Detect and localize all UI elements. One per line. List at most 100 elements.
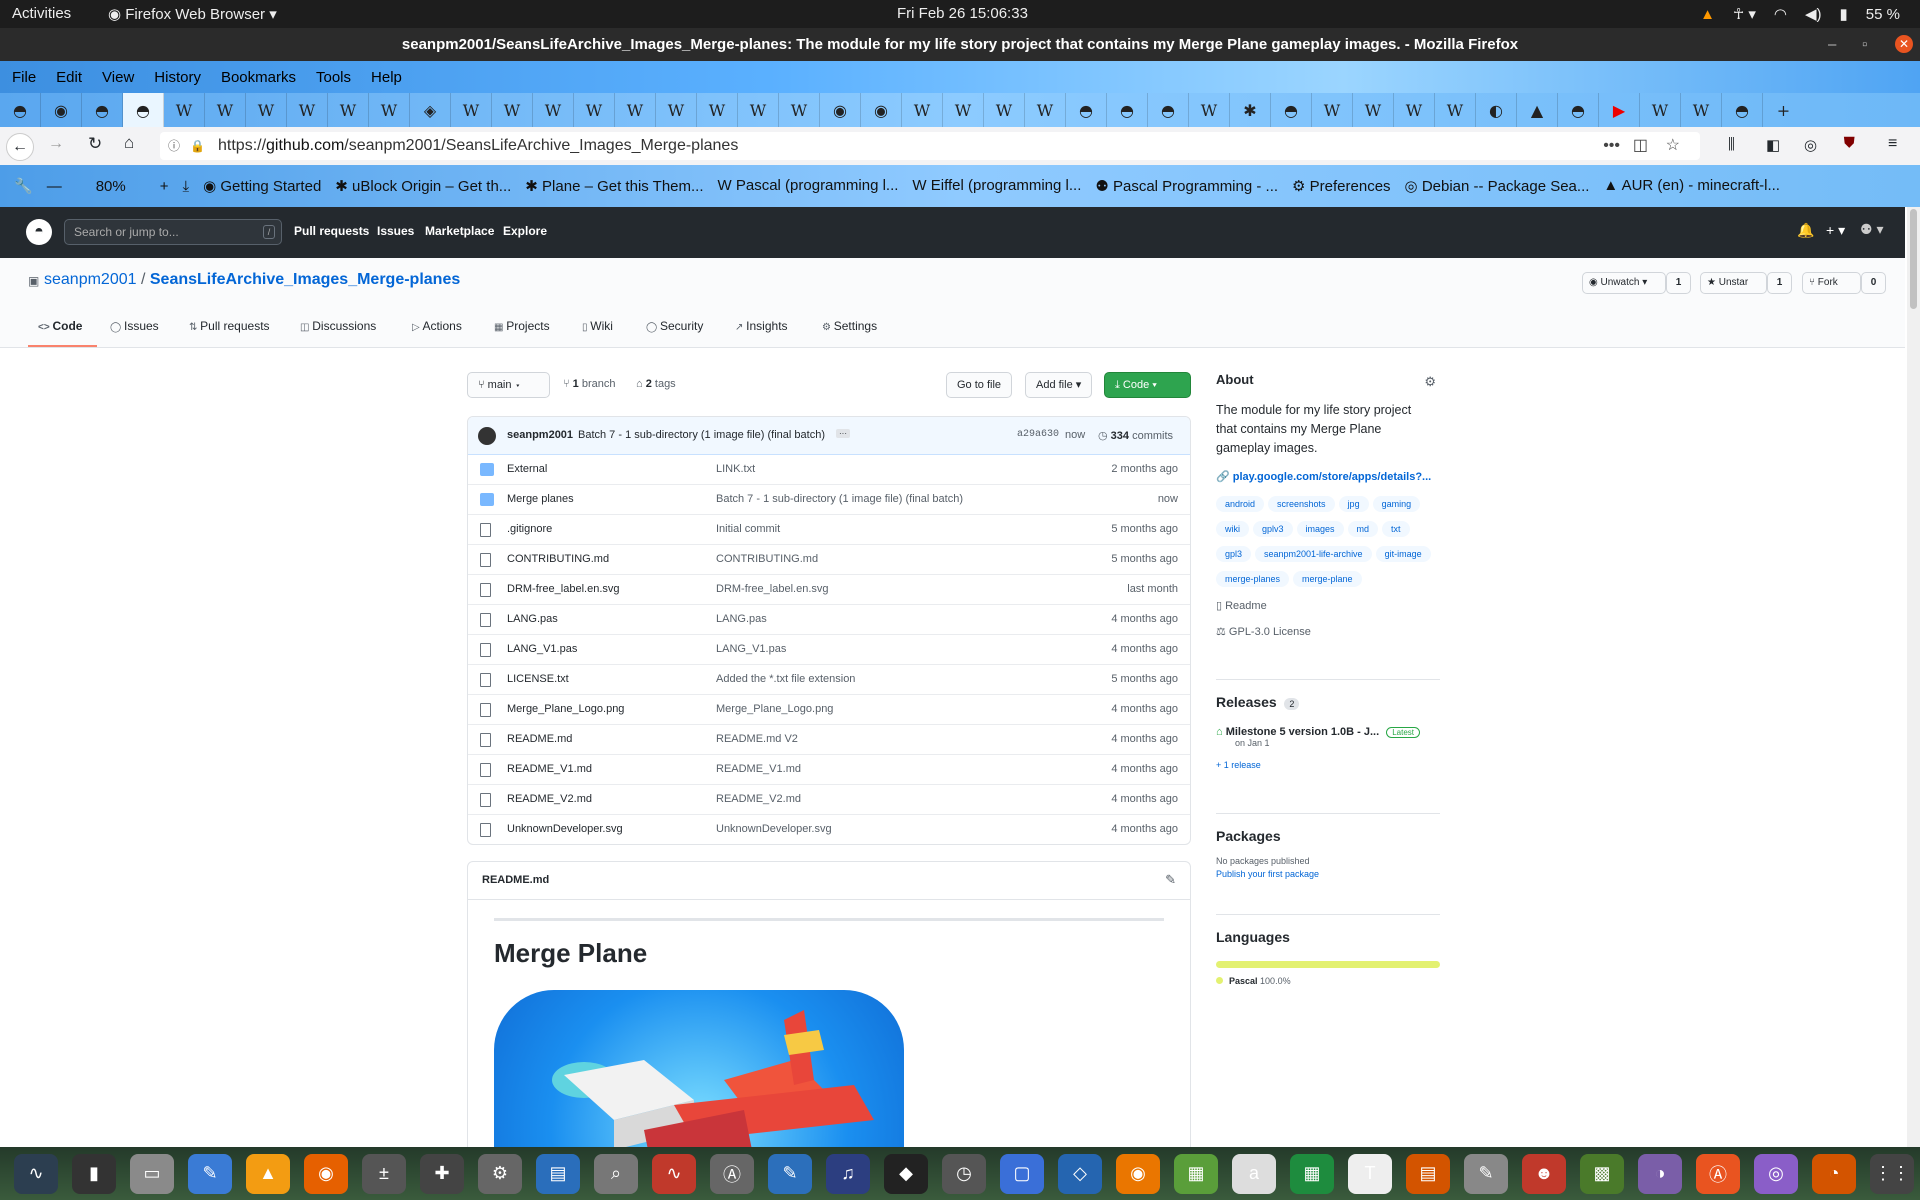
file-name-link[interactable]: External [507,463,547,475]
file-name-link[interactable]: CONTRIBUTING.md [507,553,609,565]
account-icon[interactable]: ◎ [1804,136,1817,154]
browser-tab-site-icon[interactable]: ◐ [1476,93,1517,127]
browser-tab-wikipedia-icon[interactable]: W [984,93,1025,127]
browser-tab-wikipedia-icon[interactable]: W [369,93,410,127]
sidebar-icon[interactable]: ◧ [1766,136,1780,154]
commit-author[interactable]: seanpm2001 [507,429,573,441]
homepage-link[interactable]: 🔗 play.google.com/store/apps/details?... [1216,470,1440,483]
nav-explore[interactable]: Explore [503,224,547,238]
zoom-level[interactable]: 80% [96,178,126,195]
vlc-icon[interactable]: ▲ [1700,6,1715,23]
file-commit-message[interactable]: LINK.txt [716,463,755,475]
power-icon[interactable]: ▮ [1840,5,1848,23]
info-icon[interactable]: ⓘ [168,132,180,160]
browser-tab-github-icon[interactable]: ◓ [123,93,164,127]
system-monitor-icon[interactable]: ∿ [14,1153,58,1194]
headphones-icon[interactable]: ♫ [826,1153,870,1194]
watch-count[interactable]: 1 [1666,272,1691,294]
app-menu[interactable]: ◉ Firefox Web Browser ▾ [108,5,277,23]
repo-name-link[interactable]: SeansLifeArchive_Images_Merge-planes [150,271,460,288]
topic-tag[interactable]: git-image [1375,546,1431,562]
repo-tab-insights[interactable]: ↗ Insights [735,319,788,333]
browser-tab-wikipedia-icon[interactable]: W [574,93,615,127]
file-name-link[interactable]: Merge planes [507,493,574,505]
bookmark-item[interactable]: ◉ Getting Started [203,177,321,195]
file-name-link[interactable]: LANG.pas [507,613,558,625]
branch-select[interactable]: ⑂ main ▾ [467,372,550,398]
commit-expand-button[interactable]: ··· [836,429,850,438]
browser-tab-site-icon[interactable]: ◉ [820,93,861,127]
repo-tab-wiki[interactable]: ▯ Wiki [582,319,613,333]
browser-tab-site-icon[interactable]: ◉ [41,93,82,127]
calculator-icon[interactable]: ± [362,1153,406,1194]
topic-tag[interactable]: merge-plane [1293,571,1362,587]
topic-tag[interactable]: txt [1382,521,1410,537]
file-name-link[interactable]: README_V1.md [507,763,592,775]
hamburger-menu-icon[interactable]: ≡ [1888,135,1897,153]
file-commit-message[interactable]: UnknownDeveloper.svg [716,823,832,835]
browser-tab-wikipedia-icon[interactable]: W [656,93,697,127]
edit-pencil-icon[interactable]: ✎ [1165,872,1176,888]
file-name-link[interactable]: DRM-free_label.en.svg [507,583,620,595]
clock-icon[interactable]: ◷ [942,1153,986,1194]
blender-icon[interactable]: ◉ [1116,1153,1160,1194]
browser-tab-wikipedia-icon[interactable]: W [738,93,779,127]
new-tab-button[interactable]: + [1763,93,1804,127]
wrench-icon[interactable]: 🔧 [14,177,33,195]
firefox-icon[interactable]: ◉ [304,1153,348,1194]
menu-history[interactable]: History [154,69,201,86]
file-commit-message[interactable]: CONTRIBUTING.md [716,553,818,565]
browser-tab-wikipedia-icon[interactable]: W [1640,93,1681,127]
browser-tab-github-icon[interactable]: ◓ [82,93,123,127]
url-bar[interactable]: ⓘ 🔒 https://github.com/seanpm2001/SeansL… [160,132,1700,160]
go-to-file-button[interactable]: Go to file [946,372,1013,398]
repo-tab-pull-requests[interactable]: ⇅ Pull requests [189,319,270,333]
browser-tab-wikipedia-icon[interactable]: W [697,93,738,127]
browser-tab-wikipedia-icon[interactable]: W [1681,93,1722,127]
zoom-in-button[interactable]: + [160,178,169,195]
fork-count[interactable]: 0 [1861,272,1886,294]
repo-tab-code[interactable]: <> Code [38,319,82,333]
gnome-icon[interactable]: ✎ [1464,1153,1508,1194]
text-editor-icon[interactable]: ✎ [188,1153,232,1194]
menu-bookmarks[interactable]: Bookmarks [221,69,296,86]
browser-tab-wikipedia-icon[interactable]: W [1394,93,1435,127]
file-commit-message[interactable]: Merge_Plane_Logo.png [716,703,833,715]
commit-message[interactable]: Batch 7 - 1 sub-directory (1 image file)… [578,429,825,441]
bookmark-item[interactable]: ⚉ Pascal Programming - ... [1095,177,1278,195]
download-icon[interactable]: ⤓ [182,178,189,195]
browser-tab-github-icon[interactable]: ◓ [1271,93,1312,127]
browser-tab-wikipedia-icon[interactable]: W [533,93,574,127]
browser-tab-wikipedia-icon[interactable]: W [328,93,369,127]
unstar-button[interactable]: ★ Unstar [1700,272,1767,294]
menu-file[interactable]: File [12,69,36,86]
browser-tab-wikipedia-icon[interactable]: W [205,93,246,127]
browser-tab-wikipedia-icon[interactable]: W [246,93,287,127]
releases-title[interactable]: Releases [1216,694,1277,710]
topic-tag[interactable]: screenshots [1268,496,1335,512]
settings-icon[interactable]: ⚙ [478,1153,522,1194]
menu-edit[interactable]: Edit [56,69,82,86]
minecraft-icon[interactable]: ▩ [1580,1153,1624,1194]
language-entry[interactable]: Pascal 100.0% [1216,976,1440,986]
file-name-link[interactable]: LICENSE.txt [507,673,569,685]
menu-help[interactable]: Help [371,69,402,86]
fork-button[interactable]: ⑂ Fork [1802,272,1861,294]
topic-tag[interactable]: jpg [1338,496,1369,512]
unwatch-button[interactable]: ◉ Unwatch ▾ [1582,272,1666,294]
text-icon[interactable]: a [1232,1153,1276,1194]
github-search-input[interactable]: Search or jump to... / [64,219,282,245]
commit-author-avatar[interactable] [478,427,496,445]
browser-tab-wikipedia-icon[interactable]: W [1189,93,1230,127]
browser-tab-github-icon[interactable]: ◓ [0,93,41,127]
topic-tag[interactable]: android [1216,496,1265,512]
star-count[interactable]: 1 [1767,272,1792,294]
browser-tab-wikipedia-icon[interactable]: W [779,93,820,127]
nav-issues[interactable]: Issues [377,224,414,238]
browser-tab-wikipedia-icon[interactable]: W [164,93,205,127]
accessibility-icon[interactable]: ☥ ▾ [1733,5,1756,23]
license-link[interactable]: ⚖ GPL-3.0 License [1216,625,1440,638]
impress-icon[interactable]: ▤ [1406,1153,1450,1194]
back-button[interactable]: ← [6,133,34,161]
repo-tab-issues[interactable]: ◯ Issues [110,319,159,333]
